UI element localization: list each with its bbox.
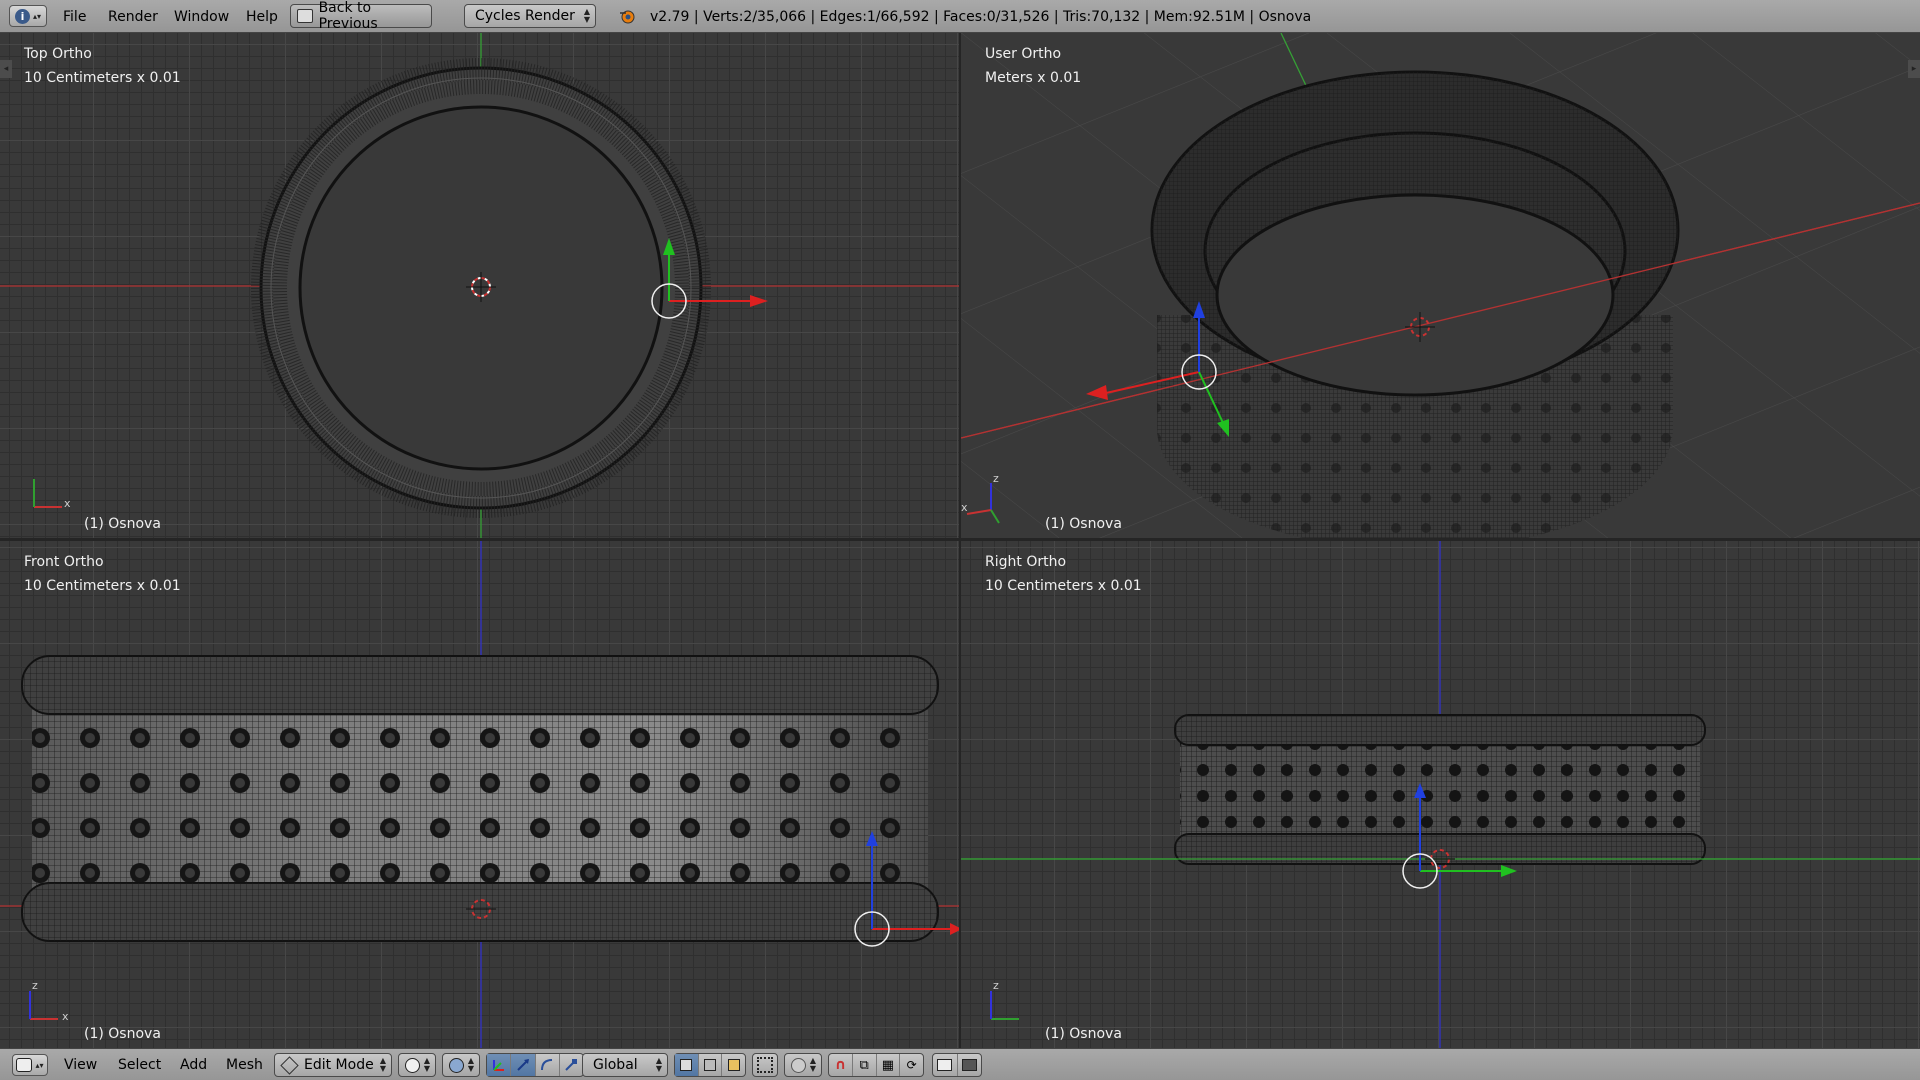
- viewport-shading-dropdown[interactable]: ▲ ▼: [398, 1053, 436, 1077]
- render-engine-label: Cycles Render: [475, 8, 575, 24]
- chevron-updown-icon: ▴▾: [32, 11, 42, 21]
- axis-label-z: z: [993, 472, 999, 485]
- menu-window[interactable]: Window: [174, 9, 229, 25]
- manipulator-icon[interactable]: [487, 1054, 512, 1076]
- active-object-label: (1) Osnova: [1045, 1026, 1122, 1042]
- menu-help[interactable]: Help: [246, 9, 278, 25]
- camera-icon[interactable]: [958, 1054, 982, 1076]
- axis-label-z: z: [993, 979, 999, 992]
- menu-select[interactable]: Select: [118, 1057, 161, 1073]
- user-ortho-scene: z x: [961, 33, 1920, 538]
- chevron-updown-icon: ▲ ▼: [583, 7, 590, 24]
- ring-mesh-front: [21, 655, 939, 942]
- top-info-header: i ▴▾ File Render Window Help Back to Pre…: [0, 0, 1920, 33]
- viewport-title: Front Ortho: [24, 554, 104, 570]
- axis-gizmo: x: [33, 479, 71, 510]
- render-engine-dropdown[interactable]: Cycles Render ▲ ▼: [464, 4, 596, 28]
- mesh-icon: [280, 1055, 299, 1075]
- render-controls: [932, 1053, 982, 1077]
- editor-type-button[interactable]: i ▴▾: [9, 5, 47, 27]
- transform-orientation-dropdown[interactable]: Global ▲ ▼: [582, 1053, 668, 1077]
- solid-shading-icon: [405, 1057, 420, 1073]
- snap-rotation-icon[interactable]: ⟳: [900, 1054, 923, 1076]
- editor-type-button[interactable]: ▴▾: [12, 1054, 48, 1076]
- manipulator-toggles: [486, 1053, 584, 1077]
- axis-label-z: z: [32, 979, 38, 992]
- scene-statistics: v2.79 | Verts:2/35,066 | Edges:1/66,592 …: [650, 9, 1312, 25]
- active-object-label: (1) Osnova: [84, 1026, 161, 1042]
- ring-mesh-right: [1174, 714, 1706, 865]
- scale-icon[interactable]: [560, 1054, 583, 1076]
- axis-label-x: x: [64, 497, 71, 510]
- edge-select-icon[interactable]: [699, 1054, 723, 1076]
- tool-shelf-toggle[interactable]: ◂: [0, 60, 12, 78]
- viewport-title: Top Ortho: [24, 46, 92, 62]
- ring-mesh-user: [1150, 70, 1680, 538]
- right-ortho-scene: z: [961, 541, 1920, 1048]
- menu-view[interactable]: View: [64, 1057, 97, 1073]
- viewport-right-ortho[interactable]: z Right Ortho 10 Centimeters x 0.01 (1) …: [961, 541, 1920, 1048]
- viewport-title: User Ortho: [985, 46, 1062, 62]
- chevron-updown-icon: ▴▾: [35, 1060, 44, 1070]
- chevron-updown-icon: ▲ ▼: [655, 1056, 662, 1073]
- axis-label-x: x: [961, 501, 968, 514]
- vertex-select-icon[interactable]: [675, 1054, 699, 1076]
- axis-label-x: x: [62, 1010, 69, 1023]
- viewport-grid-scale: 10 Centimeters x 0.01: [24, 70, 181, 86]
- axis-gizmo: z: [990, 979, 1019, 1020]
- top-ortho-scene: x: [0, 33, 959, 538]
- back-to-previous-label: Back to Previous: [318, 0, 378, 32]
- 3d-view-icon: [16, 1058, 33, 1072]
- pivot-point-dropdown[interactable]: ▲ ▼: [442, 1053, 480, 1077]
- pivot-icon: [449, 1057, 464, 1073]
- back-icon: [297, 9, 313, 23]
- proportional-editing-dropdown[interactable]: ▲ ▼: [784, 1053, 822, 1077]
- menu-file[interactable]: File: [63, 9, 86, 25]
- viewport-grid-scale: 10 Centimeters x 0.01: [24, 578, 181, 594]
- limit-selection-icon[interactable]: [753, 1054, 777, 1076]
- face-select-icon[interactable]: [722, 1054, 745, 1076]
- info-icon: i: [14, 8, 30, 24]
- render-icon[interactable]: [933, 1054, 958, 1076]
- viewport-grid-scale: 10 Centimeters x 0.01: [985, 578, 1142, 594]
- interaction-mode-dropdown[interactable]: Edit Mode ▲ ▼: [274, 1053, 392, 1077]
- viewport-top-ortho[interactable]: x Top Ortho 10 Centimeters x 0.01 (1) Os…: [0, 33, 959, 538]
- chevron-updown-icon: ▲ ▼: [423, 1056, 430, 1073]
- axis-gizmo: z x: [29, 979, 69, 1023]
- menu-render[interactable]: Render: [108, 9, 158, 25]
- rotate-icon[interactable]: [536, 1054, 560, 1076]
- layer-mesh-select-mode: [674, 1053, 746, 1077]
- menu-mesh[interactable]: Mesh: [226, 1057, 263, 1073]
- active-object-label: (1) Osnova: [84, 516, 161, 532]
- blender-render-icon: [619, 8, 635, 24]
- properties-panel-toggle[interactable]: ▸: [1908, 60, 1920, 78]
- snap-target-icon[interactable]: ▦: [877, 1054, 901, 1076]
- chevron-updown-icon: ▲ ▼: [467, 1056, 474, 1073]
- snap-element-icon[interactable]: ⧉: [853, 1054, 877, 1076]
- viewport-title: Right Ortho: [985, 554, 1067, 570]
- translate-icon[interactable]: [511, 1054, 536, 1076]
- viewport-grid-scale: Meters x 0.01: [985, 70, 1082, 86]
- limit-selection-toggle[interactable]: [752, 1053, 778, 1077]
- back-to-previous-button[interactable]: Back to Previous: [290, 0, 432, 32]
- snap-icon[interactable]: ∩: [829, 1054, 853, 1076]
- active-object-label: (1) Osnova: [1045, 516, 1122, 532]
- front-ortho-scene: z x: [0, 541, 959, 1048]
- chevron-updown-icon: ▲ ▼: [379, 1056, 386, 1073]
- viewport-split-horizontal[interactable]: [0, 538, 1920, 541]
- mode-label: Edit Mode: [304, 1057, 374, 1073]
- orientation-label: Global: [593, 1057, 638, 1073]
- proportional-icon: [791, 1057, 806, 1073]
- viewport-user-ortho[interactable]: z x User Ortho Meters x 0.01 (1) Osnova …: [961, 33, 1920, 538]
- chevron-updown-icon: ▲ ▼: [809, 1056, 816, 1073]
- menu-add[interactable]: Add: [180, 1057, 207, 1073]
- viewport-front-ortho[interactable]: z x Front Ortho 10 Centimeters x 0.01 (1…: [0, 541, 959, 1048]
- snapping-controls: ∩ ⧉ ▦ ⟳: [828, 1053, 924, 1077]
- 3d-view-header: ▴▾ View Select Add Mesh Edit Mode ▲ ▼ ▲ ▼ …: [0, 1048, 1920, 1080]
